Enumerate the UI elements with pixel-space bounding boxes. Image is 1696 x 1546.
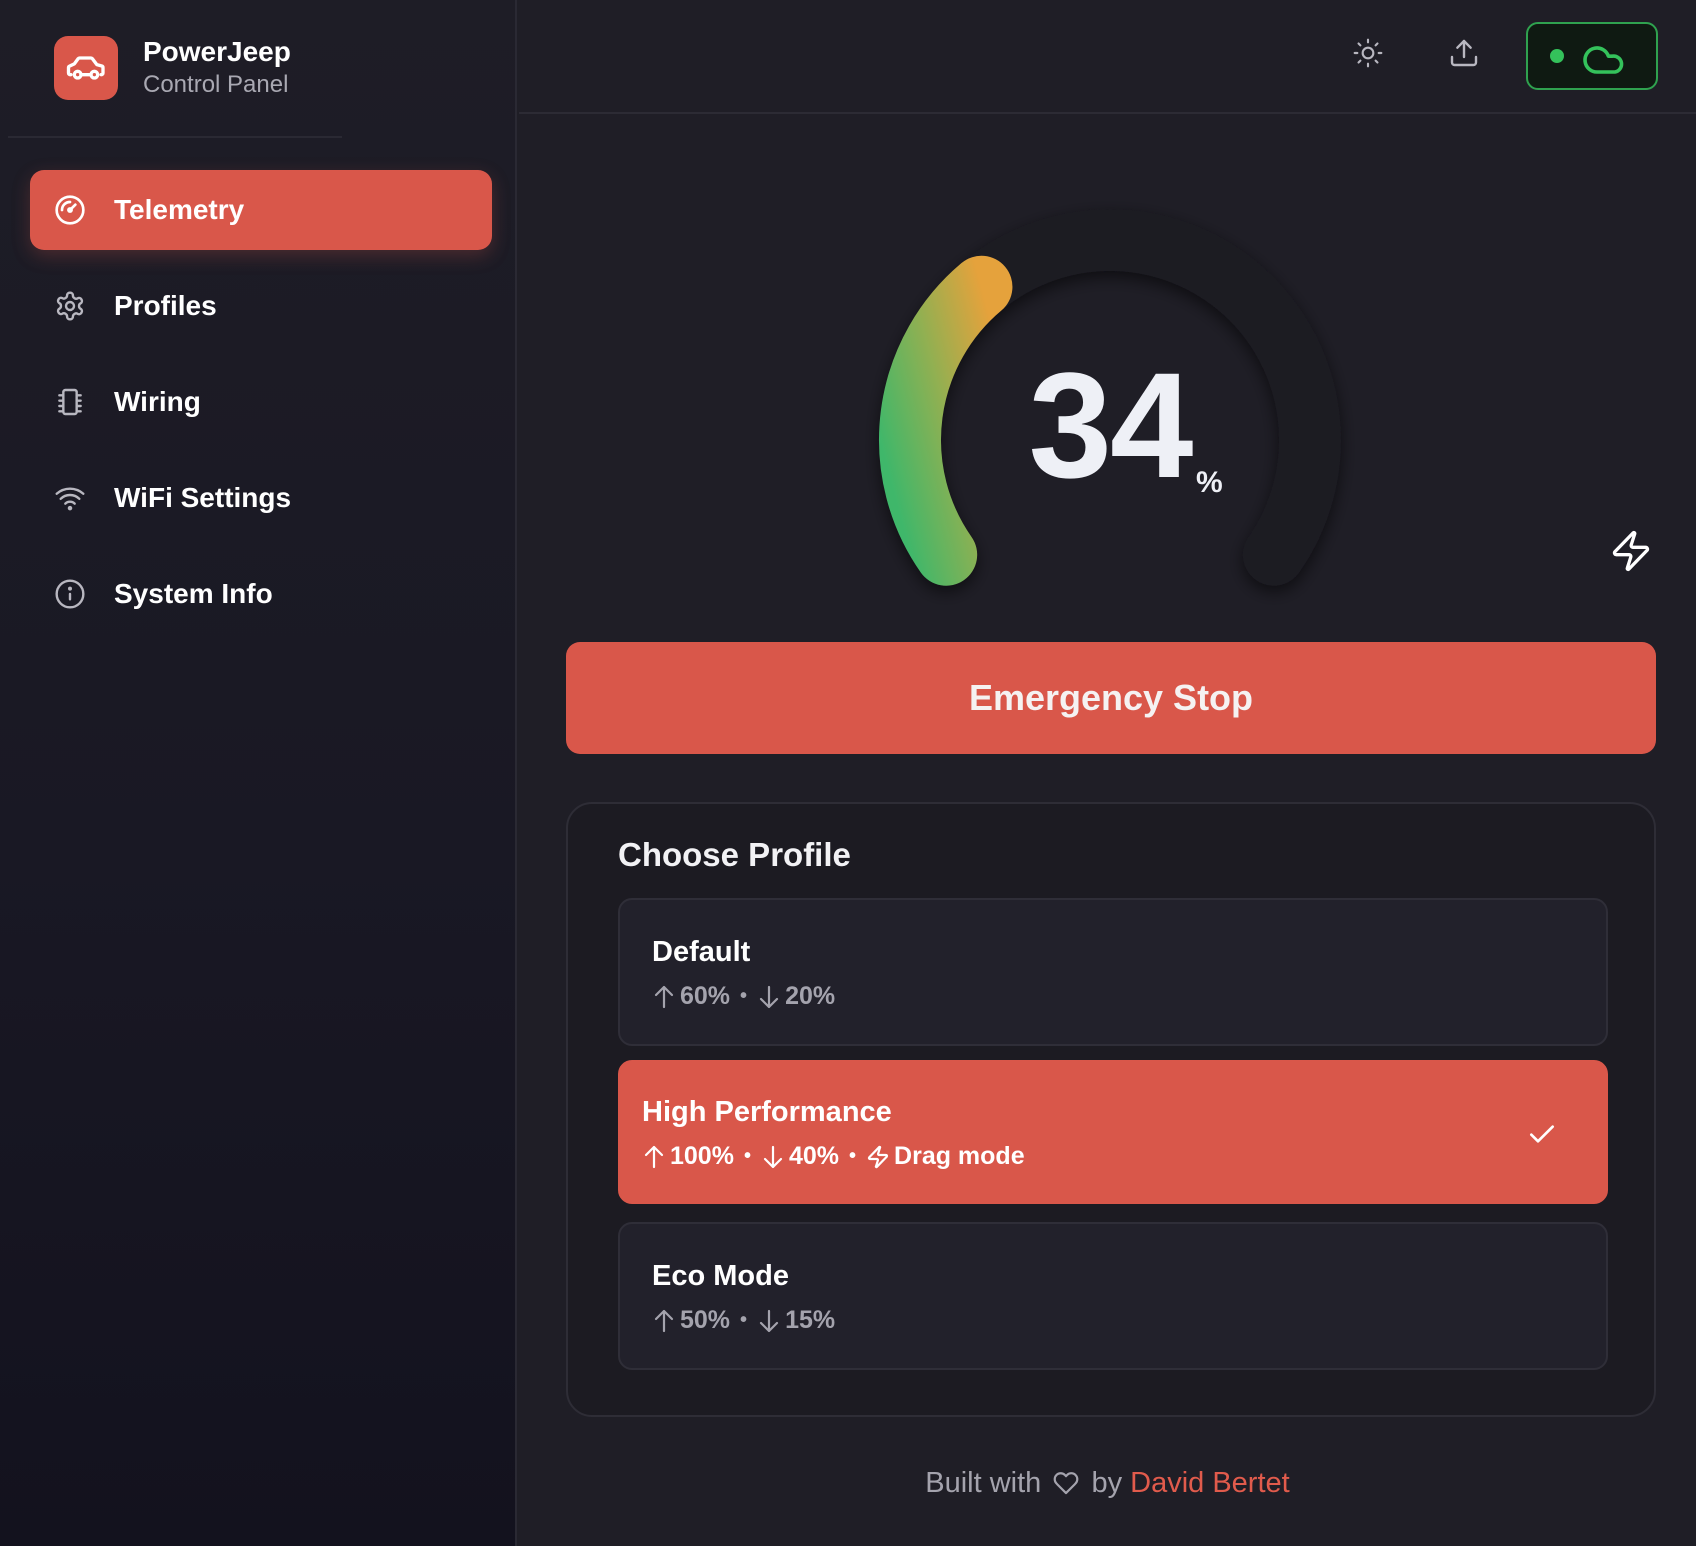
profile-up-value: 50% <box>680 1306 731 1334</box>
emergency-stop-button[interactable]: Emergency Stop <box>566 642 1656 754</box>
profile-meta: 60% • 20% <box>652 982 835 1011</box>
chip-icon <box>54 386 86 418</box>
sidebar-item-profiles[interactable]: Profiles <box>30 266 492 346</box>
top-bar <box>519 0 1696 114</box>
author-link[interactable]: David Bertet <box>1130 1467 1290 1499</box>
footer-prefix: Built with <box>925 1467 1042 1499</box>
brand-subtitle: Control Panel <box>143 71 289 98</box>
gear-icon <box>54 290 86 322</box>
arrow-up-icon <box>652 1307 676 1335</box>
profile-up-value: 60% <box>680 982 731 1010</box>
profile-name: High Performance <box>642 1096 892 1128</box>
profile-name: Default <box>652 936 751 968</box>
profile-down-value: 20% <box>785 982 836 1010</box>
info-icon <box>54 578 86 610</box>
upload-button[interactable] <box>1439 30 1489 80</box>
profile-down-value: 40% <box>788 1142 840 1170</box>
cloud-status-button[interactable] <box>1526 22 1658 90</box>
brand-name: PowerJeep <box>143 36 291 67</box>
profile-meta: 50% • 15% <box>652 1306 835 1335</box>
separator: • <box>849 1145 857 1167</box>
check-icon <box>1526 1118 1558 1150</box>
sidebar-item-wiring[interactable]: Wiring <box>30 362 492 442</box>
arrow-down-icon <box>761 1143 785 1171</box>
upload-icon <box>1448 37 1480 74</box>
wifi-icon <box>54 482 86 514</box>
gauge-value: 34 <box>1028 341 1194 509</box>
status-dot <box>1550 49 1564 63</box>
profile-down-value: 15% <box>785 1306 836 1334</box>
separator: • <box>743 1145 751 1167</box>
sidebar-item-system-info[interactable]: System Info <box>30 554 492 634</box>
sidebar-item-label: Profiles <box>114 290 217 321</box>
car-icon <box>54 36 118 100</box>
brand: PowerJeep Control Panel <box>54 36 291 100</box>
profile-up-value: 100% <box>670 1142 734 1170</box>
profile-option-eco-mode[interactable]: Eco Mode 50% • 15% <box>618 1222 1608 1370</box>
footer: Built with by David Bertet <box>519 1467 1696 1503</box>
arrow-down-icon <box>757 983 781 1011</box>
gauge-unit: % <box>1196 466 1223 499</box>
sidebar-item-label: WiFi Settings <box>114 482 292 513</box>
sidebar-item-label: Telemetry <box>114 194 245 225</box>
profile-option-high-performance[interactable]: High Performance 100% • 40% • Drag mode <box>618 1060 1608 1204</box>
boost-button[interactable] <box>1606 528 1656 578</box>
gauge-icon <box>54 194 86 226</box>
sidebar-item-wifi-settings[interactable]: WiFi Settings <box>30 458 492 538</box>
sun-icon <box>1352 37 1384 74</box>
profile-card: Choose Profile Default 60% • 20% High Pe… <box>566 802 1656 1417</box>
bolt-icon <box>1609 529 1653 578</box>
profile-name: Eco Mode <box>652 1260 789 1292</box>
arrow-up-icon <box>642 1143 666 1171</box>
arrow-up-icon <box>652 983 676 1011</box>
profile-card-title: Choose Profile <box>618 836 851 873</box>
arrow-down-icon <box>757 1307 781 1335</box>
cloud-icon <box>1580 37 1628 75</box>
profile-extra: Drag mode <box>894 1142 1025 1170</box>
footer-by: by <box>1091 1467 1123 1499</box>
sidebar-nav: Telemetry Profiles Wiring WiFi Settings … <box>30 170 492 650</box>
sidebar-divider <box>8 136 342 138</box>
profile-meta: 100% • 40% • Drag mode <box>642 1142 1025 1171</box>
sidebar-item-telemetry[interactable]: Telemetry <box>30 170 492 250</box>
sidebar: PowerJeep Control Panel Telemetry Profil… <box>0 0 517 1546</box>
bolt-icon <box>866 1143 890 1171</box>
sidebar-item-label: Wiring <box>114 386 201 417</box>
throttle-gauge: 34 % <box>830 170 1390 610</box>
sidebar-item-label: System Info <box>114 578 273 609</box>
profile-option-default[interactable]: Default 60% • 20% <box>618 898 1608 1046</box>
theme-toggle-button[interactable] <box>1343 30 1393 80</box>
separator: • <box>740 985 748 1007</box>
heart-icon <box>1053 1470 1079 1503</box>
separator: • <box>740 1309 748 1331</box>
